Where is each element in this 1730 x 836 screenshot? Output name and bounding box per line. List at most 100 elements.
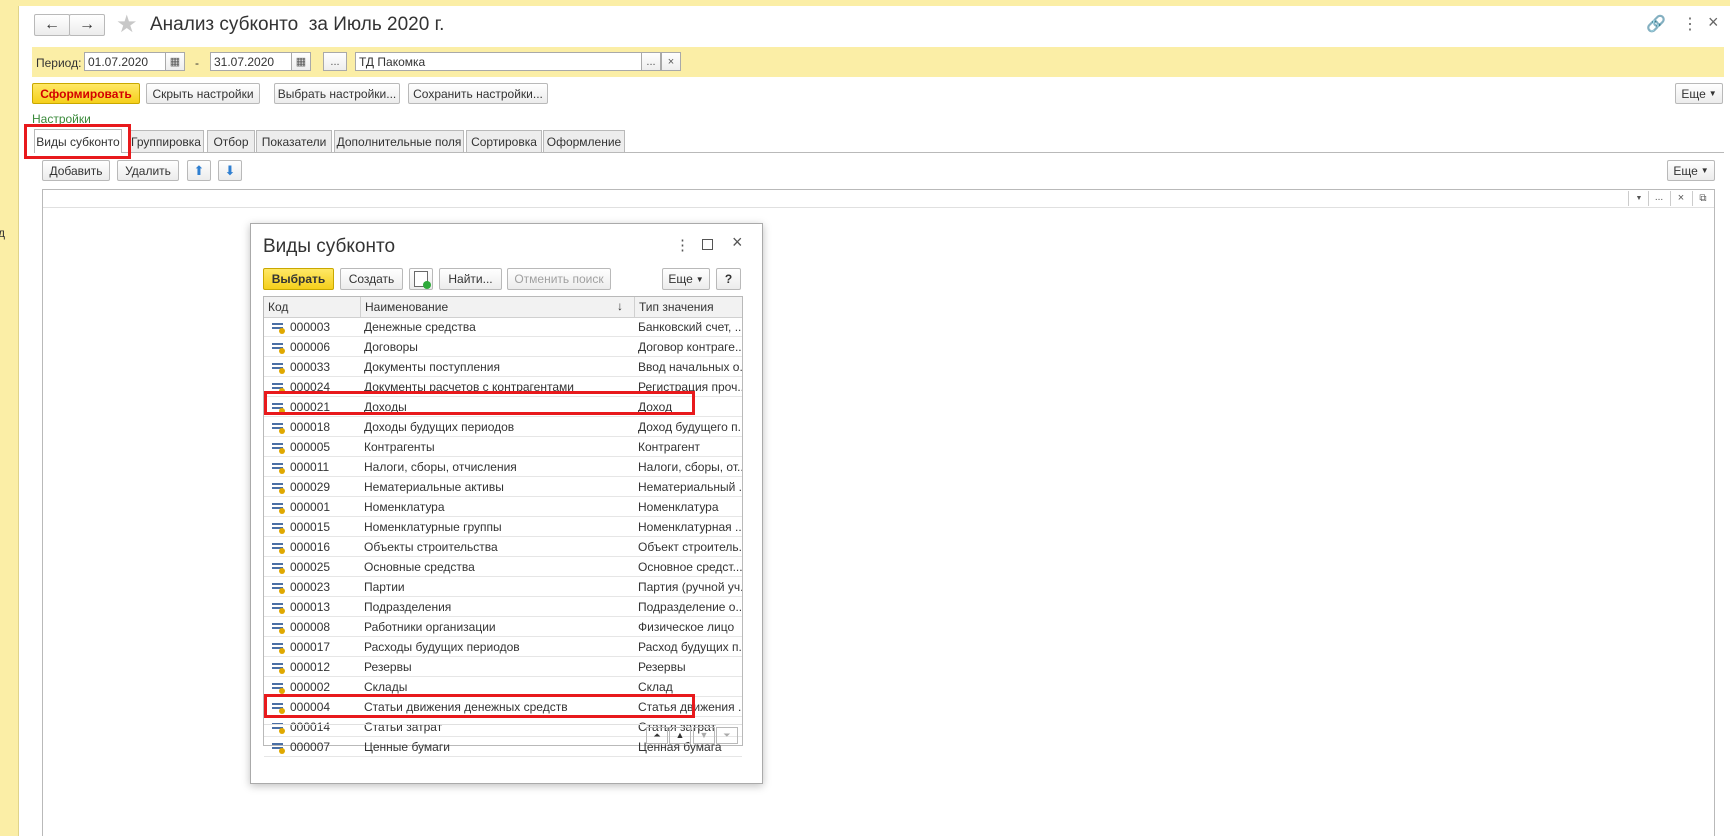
date-from-field[interactable]: 01.07.2020 (84, 52, 166, 71)
row-code-cell: 000012 (264, 656, 360, 677)
back-button[interactable]: ← (34, 14, 70, 36)
dialog-kebab-icon[interactable]: ⋮ (675, 236, 690, 254)
row-name: Контрагенты (360, 436, 634, 457)
subconto-dialog: Виды субконто ⋮ × Выбрать Создать Найти.… (250, 223, 763, 784)
row-code: 000001 (290, 499, 331, 514)
table-row[interactable]: 000018 Доходы будущих периодов Доход будущ… (264, 416, 742, 437)
cell-open-icon[interactable]: ⧉ (1692, 191, 1713, 206)
dialog-table: Код Наименование ↓ Тип значения 000003 Де… (263, 296, 743, 757)
tab-additional-fields[interactable]: Дополнительные поля (334, 130, 464, 152)
date-to-field[interactable]: 31.07.2020 (210, 52, 292, 71)
dialog-more-button[interactable]: Еще ▼ (662, 268, 710, 290)
delete-button[interactable]: Удалить (117, 160, 179, 181)
scroll-last-icon[interactable]: ⏷ (716, 727, 738, 744)
table-row[interactable]: 000012 Резервы Резервы (264, 656, 742, 677)
catalog-item-icon (272, 421, 286, 435)
save-settings-button[interactable]: Сохранить настройки... (408, 83, 548, 104)
row-code: 000008 (290, 619, 331, 634)
row-type: Налоги, сборы, от... (634, 456, 742, 477)
row-type: Объект строитель... (634, 536, 742, 557)
calendar-to-icon[interactable]: ▦ (291, 52, 311, 71)
table-row[interactable]: 000023 Партии Партия (ручной уч... (264, 576, 742, 597)
col-name-header[interactable]: Наименование (365, 300, 448, 314)
row-name: Резервы (360, 656, 634, 677)
link-icon[interactable]: 🔗 (1646, 14, 1666, 34)
row-type: Контрагент (634, 436, 742, 457)
hide-settings-button[interactable]: Скрыть настройки (146, 83, 260, 104)
more-label: Еще (1681, 86, 1706, 101)
table-row[interactable]: 000015 Номенклатурные группы Номенклатурна… (264, 516, 742, 537)
find-button[interactable]: Найти... (439, 268, 502, 290)
catalog-item-icon (272, 441, 286, 455)
col-code-header[interactable]: Код (268, 300, 288, 314)
dialog-close-icon[interactable]: × (732, 232, 743, 253)
table-row[interactable]: 000005 Контрагенты Контрагент (264, 436, 742, 457)
period-separator: - (195, 56, 199, 70)
move-up-button[interactable]: ⬆ (187, 160, 211, 181)
choose-settings-button[interactable]: Выбрать настройки... (274, 83, 400, 104)
generate-button[interactable]: Сформировать (32, 83, 140, 104)
table-row[interactable]: 000006 Договоры Договор контраге... (264, 336, 742, 357)
row-name: Документы поступления (360, 356, 634, 377)
row-code: 000005 (290, 439, 331, 454)
table-row[interactable]: 000016 Объекты строительства Объект строит… (264, 536, 742, 557)
table-row[interactable]: 000029 Нематериальные активы Нематериальны… (264, 476, 742, 497)
period-select-button[interactable]: ... (323, 52, 347, 71)
row-code: 000029 (290, 479, 331, 494)
table-row[interactable]: 000003 Денежные средства Банковский счет, … (264, 317, 742, 337)
table-row[interactable]: 000025 Основные средства Основное средст..… (264, 556, 742, 577)
forward-button[interactable]: → (69, 14, 105, 36)
scroll-down-icon[interactable]: ▼ (693, 727, 715, 744)
row-name: Объекты строительства (360, 536, 634, 557)
period-label: Период: (36, 56, 82, 70)
cell-clear-icon[interactable]: × (1670, 191, 1691, 206)
cancel-search-button[interactable]: Отменить поиск (507, 268, 611, 290)
favorite-star-icon[interactable]: ★ (116, 10, 138, 39)
row-code: 000016 (290, 539, 331, 554)
scroll-up-icon[interactable]: ▲ (669, 727, 691, 744)
row-code: 000002 (290, 679, 331, 694)
top-strip (18, 0, 1730, 6)
row-name: Работники организации (360, 616, 634, 637)
table-row[interactable]: 000033 Документы поступления Ввод начальны… (264, 356, 742, 377)
table-row[interactable]: 000001 Номенклатура Номенклатура (264, 496, 742, 517)
move-down-button[interactable]: ⬇ (218, 160, 242, 181)
organization-field[interactable]: ТД Пакомка (355, 52, 642, 71)
tab-more-button[interactable]: Еще ▼ (1667, 160, 1715, 181)
dialog-maximize-icon[interactable] (702, 239, 713, 250)
calendar-from-icon[interactable]: ▦ (165, 52, 185, 71)
cell-select-icon[interactable]: ... (1648, 191, 1669, 206)
select-button[interactable]: Выбрать (263, 268, 334, 290)
table-row[interactable]: 000017 Расходы будущих периодов Расход буд… (264, 636, 742, 657)
dialog-title: Виды субконто (263, 236, 396, 257)
col-type-header[interactable]: Тип значения (639, 300, 714, 314)
row-code: 000013 (290, 599, 331, 614)
kebab-menu-icon[interactable]: ⋮ (1682, 14, 1698, 34)
help-button[interactable]: ? (716, 268, 741, 290)
row-type: Банковский счет, ... (634, 317, 742, 337)
row-code-cell: 000011 (264, 456, 360, 477)
row-name: Подразделения (360, 596, 634, 617)
organization-clear-button[interactable]: × (661, 52, 681, 71)
tab-filter[interactable]: Отбор (207, 130, 255, 152)
more-button[interactable]: Еще ▼ (1675, 83, 1723, 104)
scroll-first-icon[interactable]: ⏶ (646, 727, 668, 744)
table-row[interactable]: 000008 Работники организации Физическое ли… (264, 616, 742, 637)
row-code-cell: 000013 (264, 596, 360, 617)
table-row[interactable]: 000011 Налоги, сборы, отчисления Налоги, с… (264, 456, 742, 477)
close-icon[interactable]: × (1708, 12, 1719, 33)
row-code: 000003 (290, 319, 331, 334)
copy-button[interactable] (409, 268, 433, 290)
organization-select-button[interactable]: ... (641, 52, 661, 71)
tab-grouping[interactable]: Группировка (128, 130, 204, 152)
row-name: Денежные средства (360, 317, 634, 337)
row-name: Номенклатурные группы (360, 516, 634, 537)
tab-sorting[interactable]: Сортировка (466, 130, 542, 152)
row-code: 000023 (290, 579, 331, 594)
tab-indicators[interactable]: Показатели (256, 130, 332, 152)
table-row[interactable]: 000013 Подразделения Подразделение о... (264, 596, 742, 617)
add-button[interactable]: Добавить (42, 160, 110, 181)
cell-dropdown-icon[interactable]: ▼ (1628, 191, 1649, 206)
tab-formatting[interactable]: Оформление (543, 130, 625, 152)
create-button[interactable]: Создать (340, 268, 403, 290)
